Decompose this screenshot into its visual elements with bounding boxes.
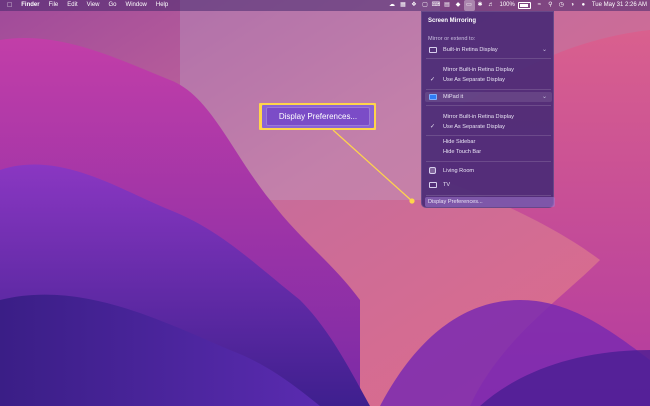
desktop:  Finder File Edit View Go Window Help ☁… (0, 0, 650, 406)
callout-leader-line (332, 129, 415, 204)
callout-dot (409, 198, 415, 204)
callout-display-preferences: Display Preferences... (266, 107, 370, 126)
